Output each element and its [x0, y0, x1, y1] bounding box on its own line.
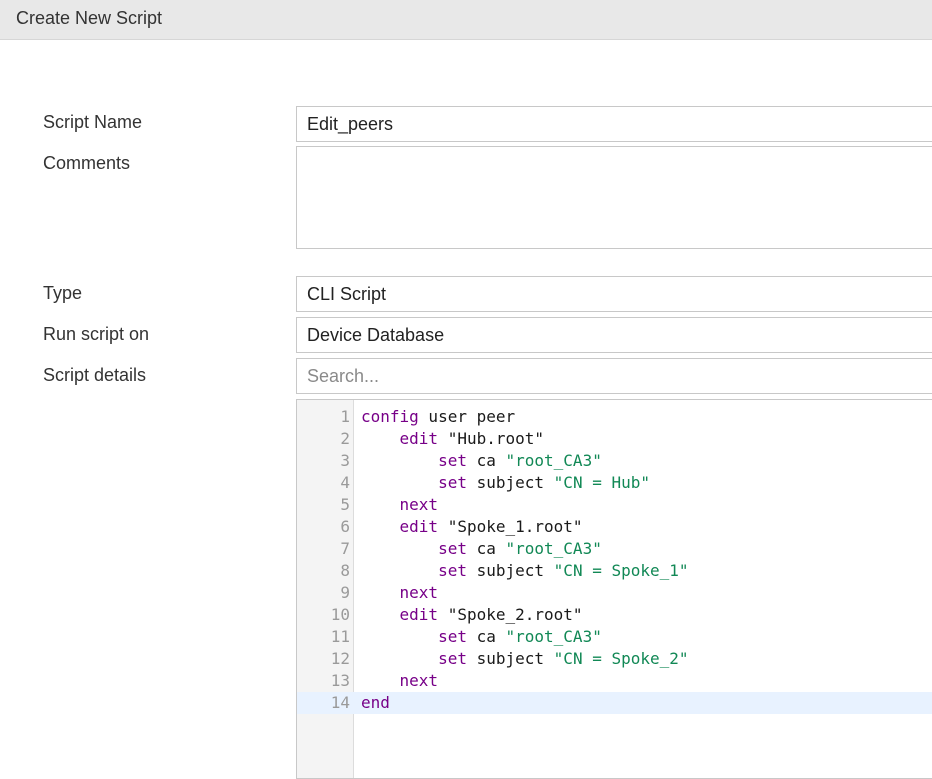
line-number: 11 [330, 627, 350, 646]
line-number: 7 [340, 539, 350, 558]
line-number: 5 [340, 495, 350, 514]
line-number: 14 [330, 693, 350, 712]
code-editor[interactable]: 1 config user peer 2 edit "Hub.root" 3 set … [296, 399, 932, 779]
code-text: edit "Hub.root" [399, 429, 545, 448]
code-line[interactable]: 6 edit "Spoke_1.root" [297, 516, 932, 538]
script-name-input[interactable]: Edit_peers [296, 106, 932, 142]
code-line[interactable]: 9 next [297, 582, 932, 604]
code-keyword: edit [399, 605, 439, 624]
code-keyword: set [438, 649, 467, 668]
code-string: "CN = Spoke_1" [553, 561, 689, 580]
script-search-input[interactable]: Search... [296, 358, 932, 394]
code-text: set subject "CN = Spoke_1" [438, 561, 689, 580]
code-text: next [361, 582, 439, 604]
line-number: 10 [330, 605, 350, 624]
code-text: set ca "root_CA3" [438, 451, 602, 470]
comments-textarea[interactable] [296, 146, 932, 249]
code-text: end [361, 692, 390, 714]
code-line[interactable]: 7 set ca "root_CA3" [297, 538, 932, 560]
code-keyword: set [438, 473, 467, 492]
code-line[interactable]: 2 edit "Hub.root" [297, 428, 932, 450]
type-label: Type [43, 283, 83, 303]
code-text: set ca "root_CA3" [438, 627, 602, 646]
code-line[interactable]: 10 edit "Spoke_2.root" [297, 604, 932, 626]
line-number: 3 [340, 451, 350, 470]
code-text: edit "Spoke_2.root" [399, 605, 583, 624]
run-script-on-label: Run script on [43, 324, 150, 344]
line-number: 13 [330, 671, 350, 690]
code-keyword: edit [399, 429, 439, 448]
code-keyword: set [438, 451, 467, 470]
script-name-label: Script Name [43, 112, 143, 132]
code-line[interactable]: 8 set subject "CN = Spoke_1" [297, 560, 932, 582]
line-number: 9 [340, 583, 350, 602]
comments-label: Comments [43, 153, 131, 173]
line-number: 1 [340, 407, 350, 426]
code-text: next [361, 494, 439, 516]
code-text: next [361, 670, 439, 692]
code-keyword: config [361, 407, 419, 426]
code-keyword: set [438, 561, 467, 580]
dialog-title: Create New Script [16, 8, 163, 28]
code-keyword: end [361, 693, 390, 712]
code-string: "root_CA3" [505, 451, 602, 470]
line-number: 8 [340, 561, 350, 580]
line-number: 6 [340, 517, 350, 536]
dialog-header: Create New Script [0, 0, 932, 40]
type-select[interactable]: CLI Script [296, 276, 932, 312]
code-line[interactable]: 11 set ca "root_CA3" [297, 626, 932, 648]
code-line[interactable]: 14 end [297, 692, 932, 714]
code-line[interactable]: 3 set ca "root_CA3" [297, 450, 932, 472]
code-keyword: set [438, 539, 467, 558]
code-keyword: set [438, 627, 467, 646]
code-line[interactable]: 5 next [297, 494, 932, 516]
code-string: "CN = Hub" [553, 473, 650, 492]
code-line[interactable]: 1 config user peer [297, 406, 932, 428]
code-keyword: edit [399, 517, 439, 536]
line-number: 12 [330, 649, 350, 668]
line-number: 4 [340, 473, 350, 492]
code-lines: 1 config user peer 2 edit "Hub.root" 3 set … [297, 406, 932, 714]
code-text: set ca "root_CA3" [438, 539, 602, 558]
code-string: "CN = Spoke_2" [553, 649, 689, 668]
code-string: "root_CA3" [505, 627, 602, 646]
code-line[interactable]: 13 next [297, 670, 932, 692]
code-text: set subject "CN = Hub" [438, 473, 650, 492]
code-line[interactable]: 4 set subject "CN = Hub" [297, 472, 932, 494]
line-number: 2 [340, 429, 350, 448]
code-keyword: next [399, 583, 439, 602]
code-line[interactable]: 12 set subject "CN = Spoke_2" [297, 648, 932, 670]
code-keyword: next [399, 495, 439, 514]
code-text: edit "Spoke_1.root" [399, 517, 583, 536]
code-string: "root_CA3" [505, 539, 602, 558]
run-script-on-select[interactable]: Device Database [296, 317, 932, 353]
code-text: set subject "CN = Spoke_2" [438, 649, 689, 668]
code-keyword: next [399, 671, 439, 690]
code-text: config user peer [361, 407, 516, 426]
script-details-label: Script details [43, 365, 147, 385]
